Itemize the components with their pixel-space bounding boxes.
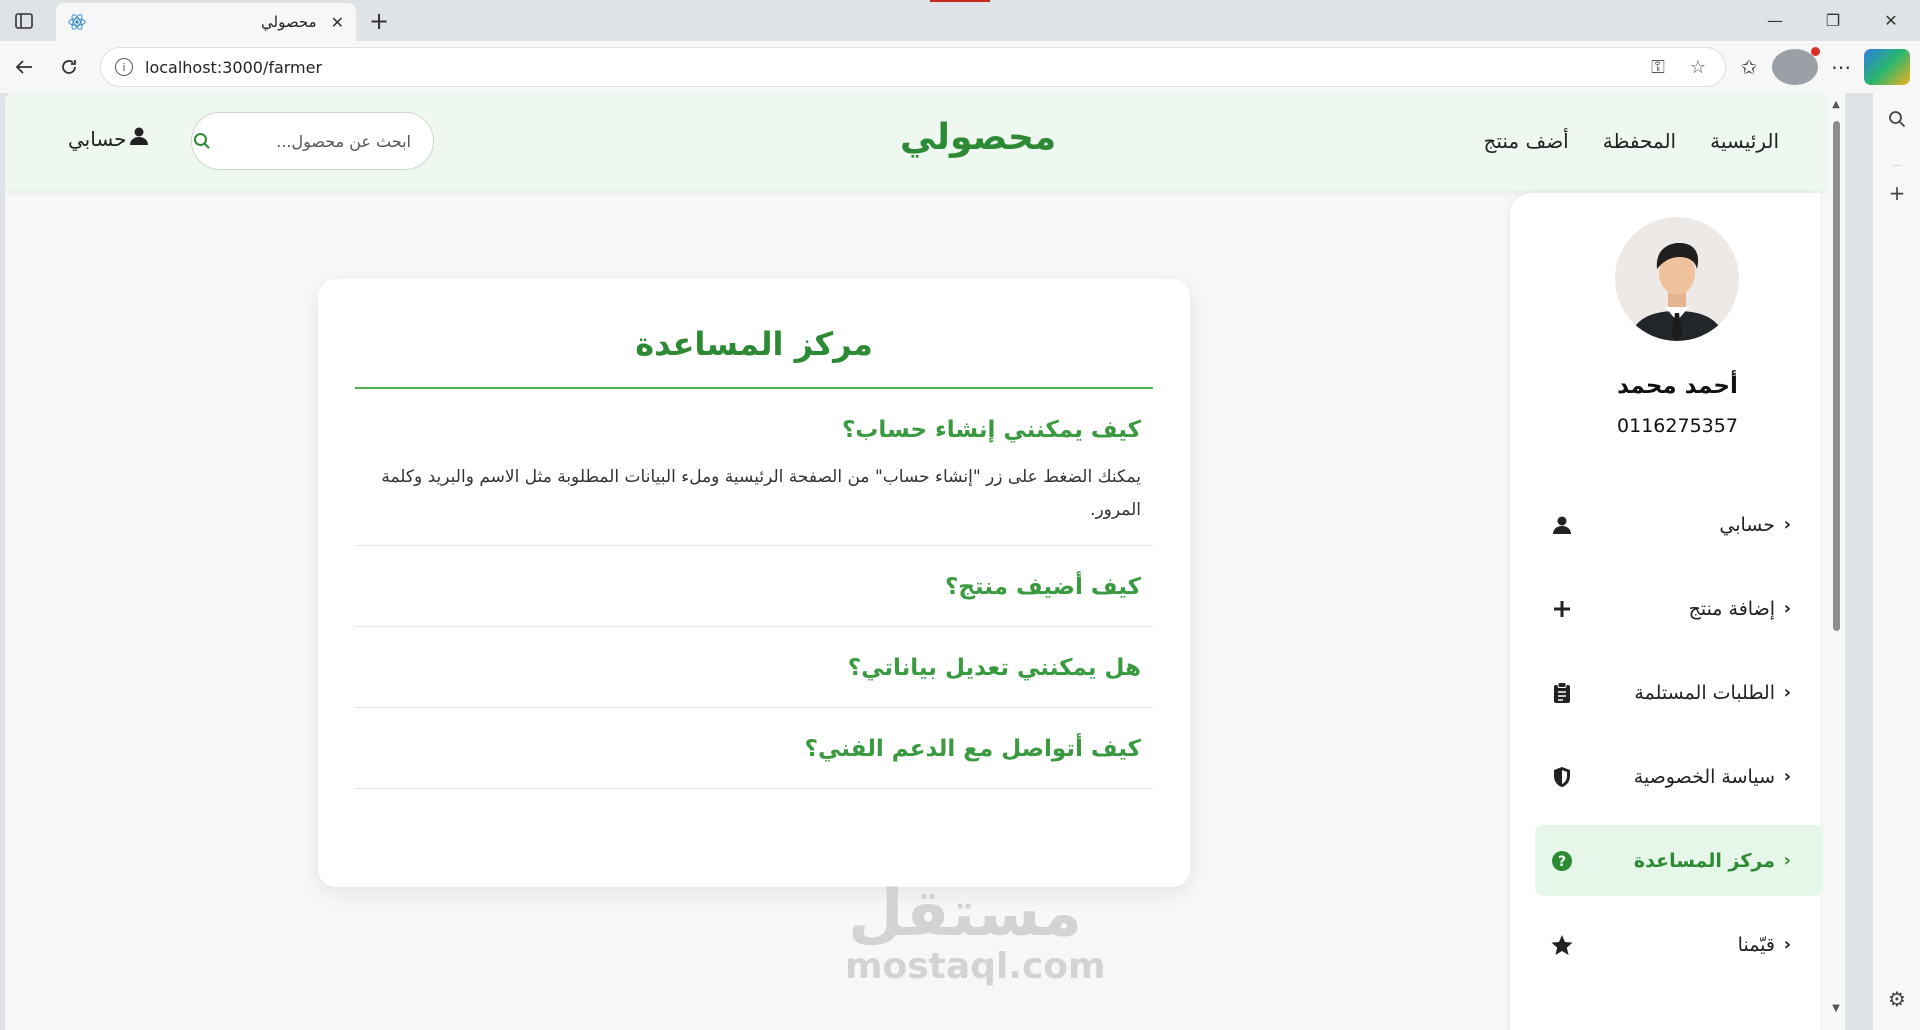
menu-item-label: حسابي: [1719, 513, 1775, 536]
brand-logo[interactable]: محصولي: [900, 117, 1056, 158]
side-add-icon[interactable]: +: [1885, 181, 1909, 205]
new-tab-button[interactable]: +: [364, 6, 394, 36]
browser-toolbar-icons: ✩ ⋯: [1726, 47, 1910, 85]
menu-item-privacy[interactable]: ‹ سياسة الخصوصية: [1535, 741, 1823, 812]
menu-item-label: إضافة منتج: [1688, 597, 1775, 620]
site-info-icon[interactable]: i: [115, 58, 133, 76]
tab-close-icon[interactable]: ✕: [331, 13, 344, 32]
profile-sidebar: أحمد محمد 0116275357 ‹ حسابي ‹ إضافة منت…: [1510, 193, 1823, 1030]
chevron-left-icon: ‹: [1783, 598, 1791, 619]
reload-icon[interactable]: [55, 53, 83, 81]
menu-item-orders[interactable]: ‹ الطلبات المستلمة: [1535, 657, 1823, 728]
menu-item-label: سياسة الخصوصية: [1633, 765, 1775, 788]
copilot-icon[interactable]: [1864, 49, 1910, 85]
faq-answer: يمكنك الضغط على زر "إنشاء حساب" من الصفح…: [381, 467, 1141, 520]
favorite-star-icon[interactable]: ☆: [1685, 57, 1711, 78]
help-center-card: مركز المساعدة كيف يمكنني إنشاء حساب؟ يمك…: [318, 279, 1190, 887]
chevron-left-icon: ‹: [1783, 850, 1791, 871]
chevron-left-icon: ‹: [1783, 514, 1791, 535]
minimize-icon[interactable]: —: [1746, 0, 1804, 41]
account-label: حسابي: [68, 126, 127, 151]
scroll-up-icon[interactable]: ▲: [1830, 99, 1842, 110]
faq-question[interactable]: كيف أضيف منتج؟: [367, 546, 1141, 626]
more-options-icon[interactable]: ⋯: [1818, 49, 1864, 85]
search-box: [191, 112, 434, 170]
svg-text:?: ?: [1558, 854, 1566, 870]
tab-accent-line: [930, 0, 990, 2]
main-nav: الرئيسية المحفظة أضف منتج: [1483, 129, 1779, 153]
shield-icon: [1550, 765, 1574, 789]
nav-link-add-product[interactable]: أضف منتج: [1483, 129, 1568, 153]
back-arrow-icon[interactable]: [10, 53, 38, 81]
plus-icon: [1550, 597, 1574, 621]
faq-question[interactable]: كيف أتواصل مع الدعم الفني؟: [367, 708, 1141, 788]
faq-item: كيف أتواصل مع الدعم الفني؟: [355, 708, 1153, 789]
account-link[interactable]: حسابي: [68, 126, 149, 151]
profile-menu: ‹ حسابي ‹ إضافة منتج ‹ الطلبات المستلمة: [1535, 489, 1823, 993]
user-icon: [1550, 513, 1574, 537]
scroll-down-icon[interactable]: ▼: [1830, 1003, 1842, 1014]
chevron-left-icon: ‹: [1783, 934, 1791, 955]
react-favicon-icon: [68, 13, 86, 31]
search-input[interactable]: [211, 131, 411, 151]
menu-item-label: قيّمنا: [1737, 933, 1775, 956]
faq-item: هل يمكنني تعديل بياناتي؟: [355, 627, 1153, 708]
search-icon[interactable]: [193, 130, 211, 152]
nav-link-wallet[interactable]: المحفظة: [1603, 129, 1676, 153]
menu-item-add-product[interactable]: ‹ إضافة منتج: [1535, 573, 1823, 644]
url-text[interactable]: localhost:3000/farmer: [145, 58, 1631, 77]
watermark-arabic: مستقل: [847, 877, 1083, 951]
page-viewport: الرئيسية المحفظة أضف منتج محصولي حسابي م…: [5, 93, 1827, 1030]
tab-actions-icon[interactable]: [12, 9, 36, 33]
faq-question[interactable]: كيف يمكنني إنشاء حساب؟: [367, 389, 1141, 465]
restore-icon[interactable]: ❐: [1804, 0, 1862, 41]
window-controls: — ❐ ✕: [1746, 0, 1920, 41]
browser-tab-bar: محصولي ✕ + — ❐ ✕: [0, 0, 1920, 41]
clipboard-icon: [1550, 681, 1574, 705]
profile-icon[interactable]: [1772, 47, 1820, 85]
address-bar[interactable]: i localhost:3000/farmer ⚿ ☆: [100, 47, 1726, 87]
chevron-left-icon: ‹: [1783, 682, 1791, 703]
side-settings-icon[interactable]: ⚙: [1885, 987, 1909, 1011]
user-phone: 0116275357: [1617, 415, 1738, 437]
menu-item-label: الطلبات المستلمة: [1634, 681, 1775, 704]
menu-item-help-center[interactable]: ‹ مركز المساعدة ?: [1535, 825, 1823, 896]
menu-item-label: مركز المساعدة: [1633, 849, 1775, 872]
page-scrollbar[interactable]: ▲ ▼: [1827, 93, 1845, 1030]
help-center-title: مركز المساعدة: [355, 279, 1153, 389]
browser-side-panel: — + ⚙: [1872, 93, 1920, 1030]
question-circle-icon: ?: [1550, 849, 1574, 873]
close-window-icon[interactable]: ✕: [1862, 0, 1920, 41]
side-search-icon[interactable]: [1885, 107, 1909, 131]
key-icon[interactable]: ⚿: [1645, 57, 1671, 78]
star-icon: [1550, 933, 1574, 957]
watermark: مستقل mostaql.com: [845, 877, 1106, 987]
user-name: أحمد محمد: [1617, 373, 1738, 399]
watermark-latin: mostaql.com: [845, 946, 1106, 987]
browser-tab[interactable]: محصولي ✕: [56, 3, 356, 41]
scrollbar-thumb[interactable]: [1833, 121, 1840, 631]
nav-link-home[interactable]: الرئيسية: [1710, 129, 1779, 153]
user-icon: [129, 126, 149, 151]
faq-item: كيف أضيف منتج؟: [355, 546, 1153, 627]
tab-title: محصولي: [261, 13, 317, 31]
faq-question[interactable]: هل يمكنني تعديل بياناتي؟: [367, 627, 1141, 707]
address-toolbar: i localhost:3000/farmer ⚿ ☆ ✩ ⋯: [0, 41, 1920, 93]
avatar: [1615, 217, 1739, 341]
menu-item-rate-us[interactable]: ‹ قيّمنا: [1535, 909, 1823, 980]
side-divider: —: [1892, 159, 1902, 171]
menu-item-account[interactable]: ‹ حسابي: [1535, 489, 1823, 560]
site-header: الرئيسية المحفظة أضف منتج محصولي حسابي: [5, 93, 1827, 191]
chevron-left-icon: ‹: [1783, 766, 1791, 787]
faq-item: كيف يمكنني إنشاء حساب؟ يمكنك الضغط على ز…: [355, 389, 1153, 546]
favorites-icon[interactable]: ✩: [1726, 49, 1772, 85]
